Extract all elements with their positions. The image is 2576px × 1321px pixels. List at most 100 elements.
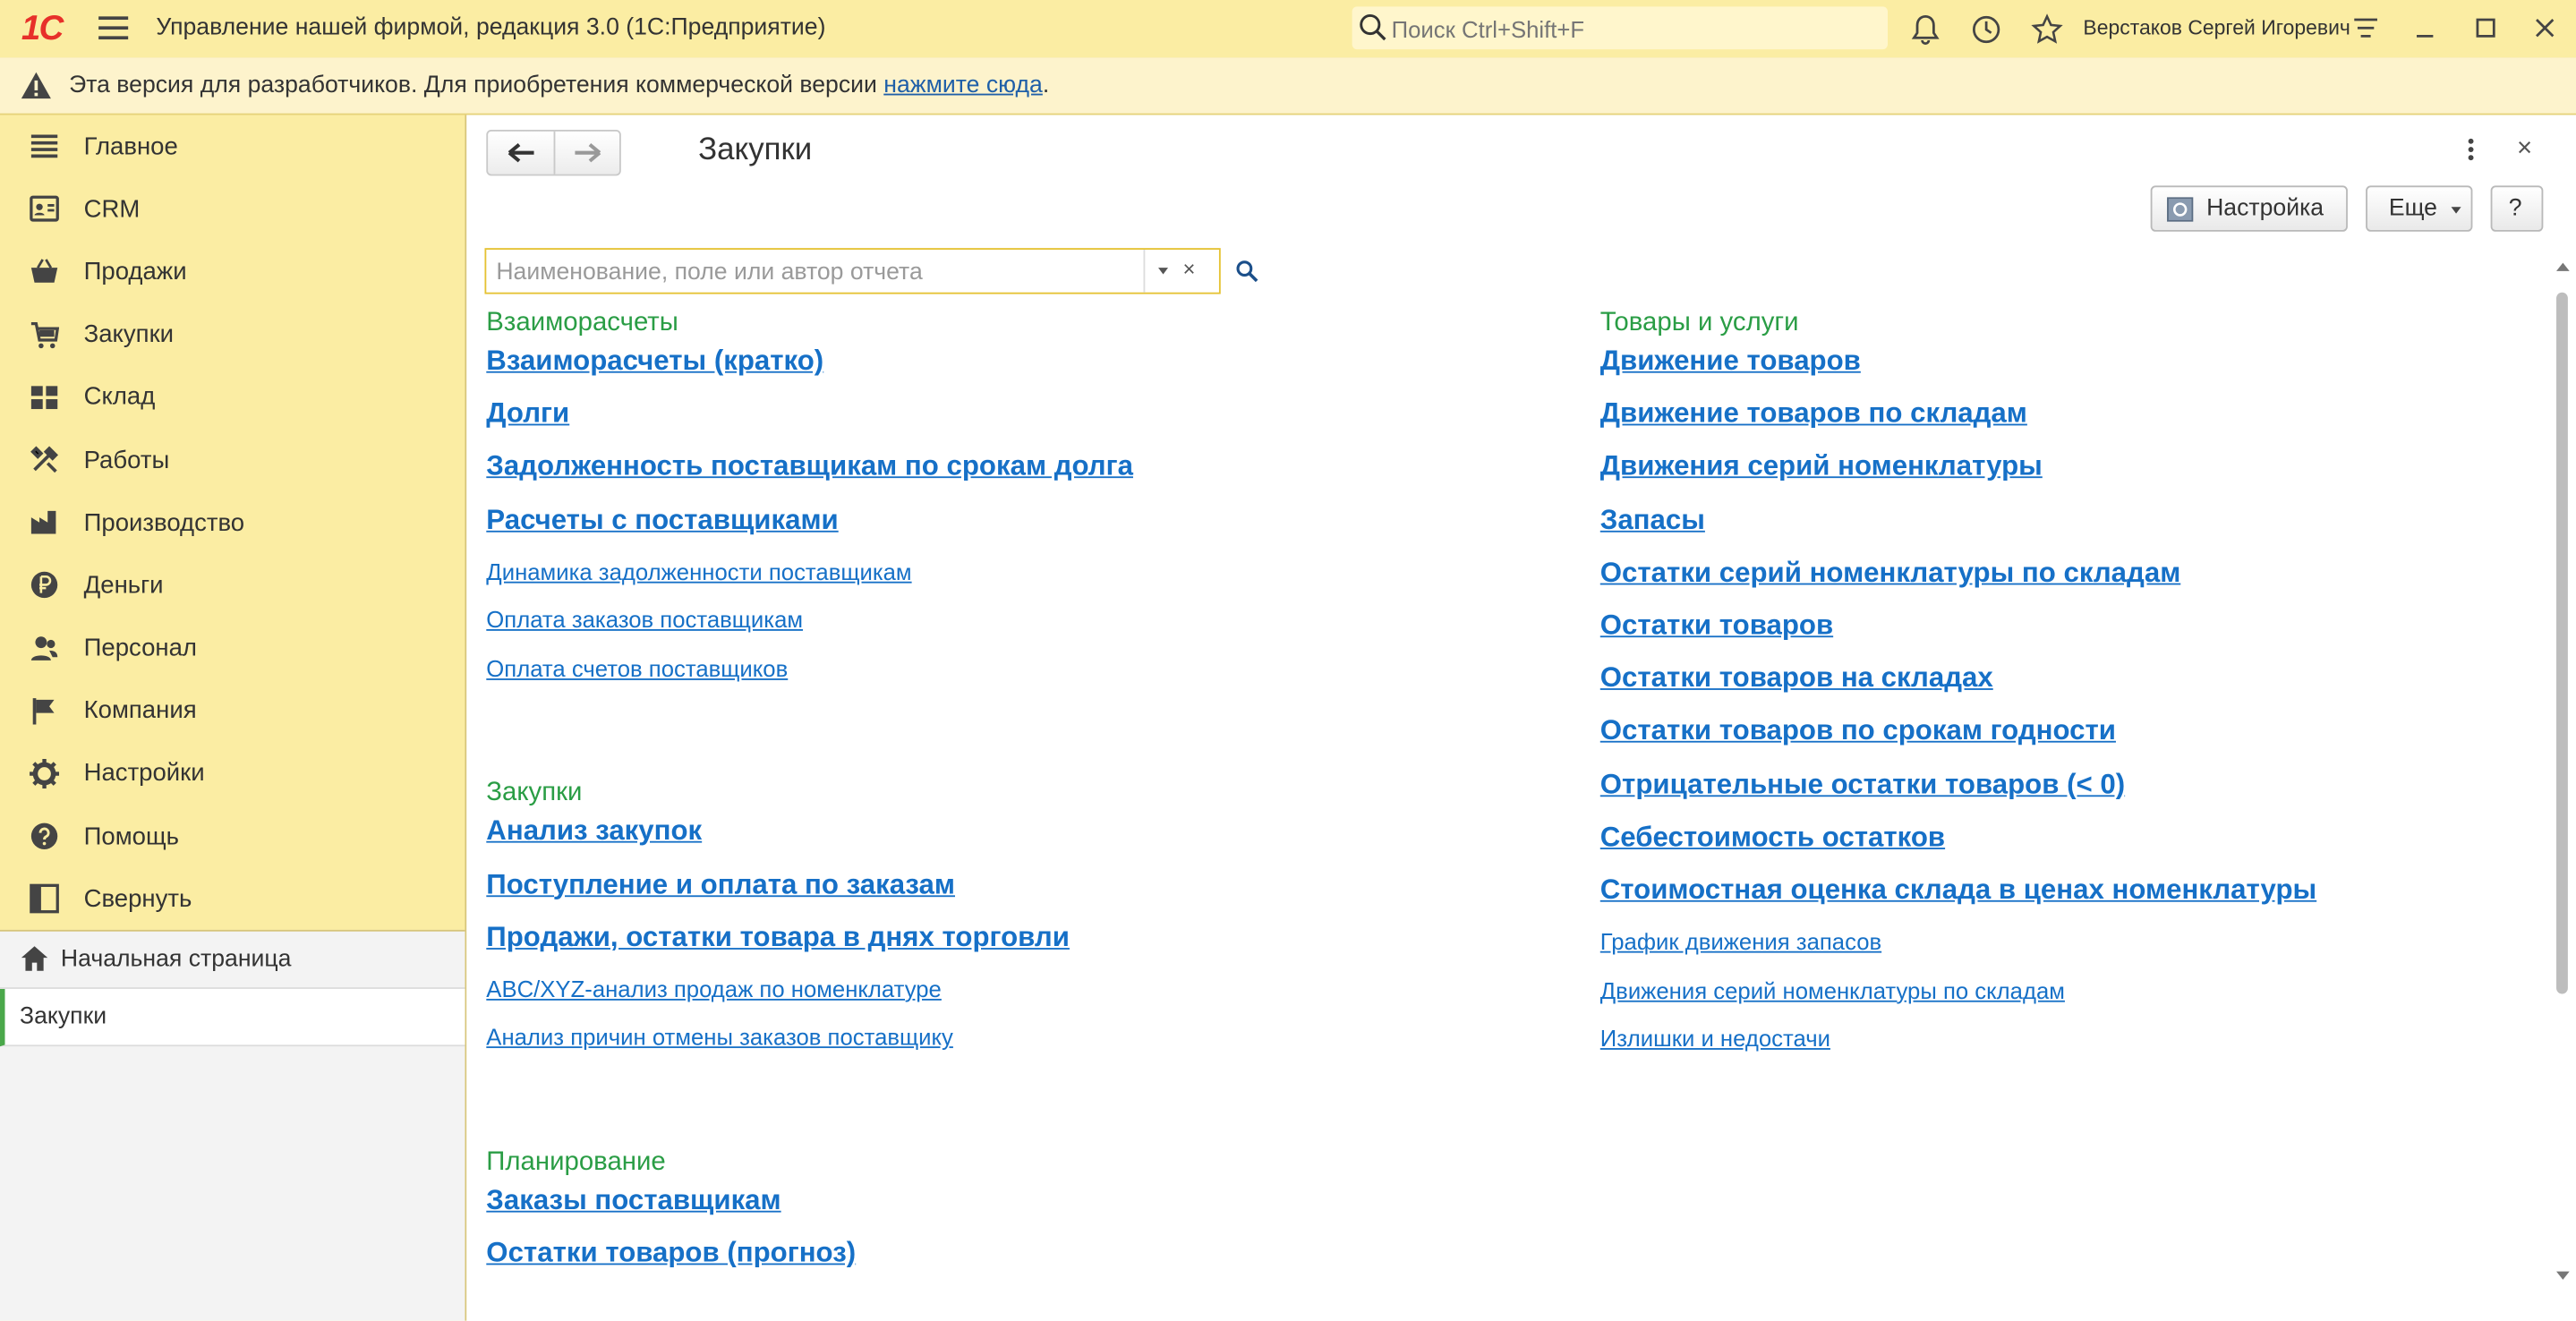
report-search: × [484, 248, 1221, 294]
sidebar-item-label: Настройки [83, 759, 205, 788]
report-link[interactable]: Динамика задолженности поставщикам [486, 558, 911, 584]
cart-icon [30, 321, 60, 348]
arrow-right-icon [575, 142, 601, 163]
menu-icon [30, 134, 58, 158]
minimize-icon[interactable] [2410, 13, 2440, 43]
sidebar-item-11[interactable]: Настройки [0, 742, 465, 805]
sidebar-item-label: Главное [83, 132, 178, 161]
ruble-icon [30, 572, 58, 599]
arrow-left-icon [508, 142, 534, 163]
collapse-icon [30, 884, 59, 914]
report-link[interactable]: Анализ причин отмены заказов поставщику [486, 1024, 953, 1050]
report-link-main[interactable]: Поступление и оплата по заказам [486, 868, 955, 901]
report-link-main[interactable]: Движения серий номенклатуры [1600, 451, 2043, 484]
sidebar-item-label: Персонал [83, 634, 198, 662]
sidebar-item-5[interactable]: Склад [0, 366, 465, 429]
report-link-main[interactable]: Анализ закупок [486, 815, 702, 848]
sidebar-item-8[interactable]: Деньги [0, 554, 465, 617]
sidebar-item-label: Деньги [83, 571, 164, 600]
sidebar-item-13[interactable]: Свернуть [0, 868, 465, 931]
report-link-main[interactable]: Расчеты с поставщиками [486, 504, 838, 537]
sidebar-item-6[interactable]: Работы [0, 429, 465, 491]
sidebar-item-label: Производство [83, 508, 245, 537]
warning-text: Эта версия для разработчиков. Для приобр… [69, 72, 1050, 99]
bell-icon[interactable] [1909, 13, 1942, 47]
sections-panel: Главное CRM Продажи Закупки Склад Работы Произ… [0, 115, 467, 1321]
report-link-main[interactable]: Взаиморасчеты (кратко) [486, 345, 823, 378]
close-window-icon[interactable] [2530, 13, 2560, 43]
report-search-dropdown[interactable] [1143, 249, 1181, 293]
sidebar-item-7[interactable]: Производство [0, 491, 465, 554]
more-actions-icon[interactable] [2464, 136, 2478, 162]
settings-lines-icon[interactable] [2351, 13, 2381, 43]
sidebar-item-12[interactable]: Помощь [0, 805, 465, 868]
report-link[interactable]: Оплата счетов поставщиков [486, 655, 788, 681]
open-window-home[interactable]: Начальная страница [0, 932, 465, 989]
report-link-main[interactable]: Задолженность поставщикам по срокам долг… [486, 451, 1133, 484]
report-link-main[interactable]: Продажи, остатки товара в днях торговли [486, 921, 1070, 954]
report-link-main[interactable]: Долги [486, 398, 569, 431]
report-search-clear[interactable]: × [1183, 256, 1196, 281]
report-link-main[interactable]: Отрицательные остатки товаров (< 0) [1600, 768, 2125, 801]
report-link[interactable]: Движения серий номенклатуры по складам [1600, 977, 2065, 1003]
app-logo: 1С [21, 10, 64, 48]
sidebar-item-9[interactable]: Персонал [0, 617, 465, 679]
sidebar-item-4[interactable]: Закупки [0, 303, 465, 366]
report-link-main[interactable]: Движение товаров по складам [1600, 398, 2027, 431]
contact-card-icon [30, 195, 59, 222]
report-link[interactable]: График движения запасов [1600, 928, 1881, 954]
help-button[interactable]: ? [2490, 185, 2544, 232]
sidebar-item-3[interactable]: Продажи [0, 241, 465, 303]
report-link-main[interactable]: Движение товаров [1600, 345, 1861, 378]
vertical-scrollbar[interactable] [2555, 262, 2571, 1290]
global-search-input[interactable] [1387, 10, 1881, 50]
basket-icon [30, 259, 58, 284]
report-link-main[interactable]: Остатки товаров на складах [1600, 662, 1993, 695]
sidebar-item-label: Компания [83, 696, 197, 725]
maximize-icon[interactable] [2471, 13, 2501, 43]
home-icon [21, 946, 48, 971]
forward-button[interactable] [555, 132, 620, 175]
report-search-input[interactable] [492, 254, 1140, 291]
close-form-button[interactable]: × [2517, 135, 2532, 165]
history-icon[interactable] [1970, 13, 2003, 47]
sidebar-item-10[interactable]: Компания [0, 679, 465, 742]
report-link-main[interactable]: Остатки серий номенклатуры по складам [1600, 557, 2181, 590]
scroll-thumb[interactable] [2556, 292, 2568, 994]
form-area: Закупки × Настройка Еще ? × Взаиморасчет… [466, 115, 2576, 1321]
search-icon [1360, 13, 1386, 41]
sidebar-item-label: Продажи [83, 258, 187, 286]
chevron-down-icon [2451, 207, 2461, 214]
more-button[interactable]: Еще [2366, 185, 2473, 232]
star-icon[interactable] [2031, 13, 2064, 47]
sidebar-item-label: Работы [83, 446, 170, 474]
report-link-main[interactable]: Остатки товаров (прогноз) [486, 1237, 856, 1270]
report-link-main[interactable]: Стоимостная оценка склада в ценах номенк… [1600, 874, 2316, 907]
sidebar-item-label: CRM [83, 195, 141, 224]
back-button[interactable] [488, 131, 556, 175]
developer-warning-bar: Эта версия для разработчиков. Для приобр… [0, 57, 2576, 115]
open-window-zakupki[interactable]: Закупки [0, 988, 465, 1047]
search-icon[interactable] [1235, 260, 1258, 283]
report-link[interactable]: ABC/XYZ-анализ продаж по номенклатуре [486, 976, 942, 1001]
report-group-title: Закупки [486, 779, 583, 807]
app-title: Управление нашей фирмой, редакция 3.0 (1… [156, 14, 826, 41]
user-name[interactable]: Верстаков Сергей Игоревич [2083, 16, 2350, 39]
main-menu-icon[interactable] [98, 16, 129, 40]
report-link-main[interactable]: Себестоимость остатков [1600, 821, 1945, 854]
sidebar-item-label: Помощь [83, 822, 179, 851]
report-link-main[interactable]: Остатки товаров [1600, 609, 1833, 643]
report-link-main[interactable]: Остатки товаров по срокам годности [1600, 715, 2116, 748]
report-link-main[interactable]: Заказы поставщикам [486, 1184, 780, 1217]
sidebar-item-2[interactable]: CRM [0, 178, 465, 241]
report-link[interactable]: Оплата заказов поставщикам [486, 607, 803, 633]
scroll-down-icon[interactable] [2556, 1271, 2570, 1280]
title-bar: 1С Управление нашей фирмой, редакция 3.0… [0, 0, 2576, 60]
scroll-up-icon[interactable] [2556, 262, 2570, 271]
report-link[interactable]: Излишки и недостачи [1600, 1026, 1830, 1052]
report-link-main[interactable]: Запасы [1600, 504, 1705, 537]
buy-link[interactable]: нажмите сюда [883, 72, 1043, 98]
settings-button[interactable]: Настройка [2150, 185, 2348, 232]
global-search[interactable] [1352, 6, 1888, 50]
sidebar-item-1[interactable]: Главное [0, 115, 465, 177]
